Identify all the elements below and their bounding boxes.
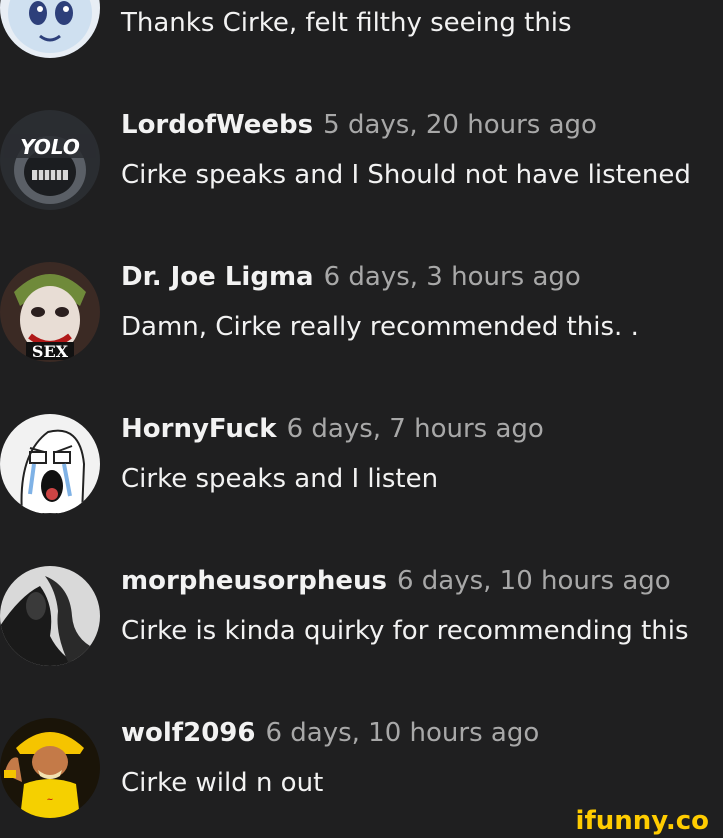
ifunny-watermark: ifunny.co <box>569 806 715 836</box>
username[interactable]: morpheusorpheus <box>121 566 387 596</box>
yolo-mask-avatar[interactable]: YOLO <box>0 110 100 210</box>
comment-text: Cirke speaks and I Should not have liste… <box>121 160 691 190</box>
comment-header: LordofWeebs 5 days, 20 hours ago <box>121 110 597 140</box>
username[interactable]: HornyFuck <box>121 414 277 444</box>
svg-text:~: ~ <box>47 795 54 804</box>
username[interactable]: Dr. Joe Ligma <box>121 262 314 292</box>
timestamp: 6 days, 10 hours ago <box>396 566 671 596</box>
joker-face-avatar[interactable]: SEX <box>0 262 100 362</box>
wrestler-avatar[interactable]: ~ <box>0 718 100 818</box>
comment-text: Damn, Cirke really recommended this. . <box>121 312 639 342</box>
comment-text: Thanks Cirke, felt filthy seeing this <box>121 8 572 38</box>
timestamp: 6 days, 3 hours ago <box>323 262 581 292</box>
comment-header: HornyFuck 6 days, 7 hours ago <box>121 414 544 444</box>
timestamp: 5 days, 20 hours ago <box>323 110 597 140</box>
comment-header: Dr. Joe Ligma 6 days, 3 hours ago <box>121 262 581 292</box>
comment-text: Cirke is kinda quirky for recommending t… <box>121 616 689 646</box>
dark-silhouette-avatar[interactable] <box>0 566 100 666</box>
yolo-text: YOLO <box>20 135 80 159</box>
username[interactable]: wolf2096 <box>121 718 255 748</box>
comment-text: Cirke speaks and I listen <box>121 464 439 494</box>
comment-item: Thanks Cirke, felt filthy seeing this <box>0 0 723 68</box>
comment-header: wolf2096 6 days, 10 hours ago <box>121 718 539 748</box>
comment-item: morpheusorpheus 6 days, 10 hours ago Cirk… <box>0 566 723 676</box>
comment-text: Cirke wild n out <box>121 768 324 798</box>
blue-cartoon-creature-avatar[interactable] <box>0 0 100 58</box>
sex-text: SEX <box>32 342 69 361</box>
comment-item: HornyFuck 6 days, 7 hours ago Cirke speak… <box>0 414 723 524</box>
comment-item: YOLO LordofWeebs 5 days, 20 hours ago Cir… <box>0 110 723 220</box>
comment-header: morpheusorpheus 6 days, 10 hours ago <box>121 566 671 596</box>
comment-item: SEX Dr. Joe Ligma 6 days, 3 hours ago Dam… <box>0 262 723 372</box>
username[interactable]: LordofWeebs <box>121 110 313 140</box>
timestamp: 6 days, 7 hours ago <box>286 414 544 444</box>
timestamp: 6 days, 10 hours ago <box>265 718 540 748</box>
crying-wojak-avatar[interactable] <box>0 414 100 514</box>
